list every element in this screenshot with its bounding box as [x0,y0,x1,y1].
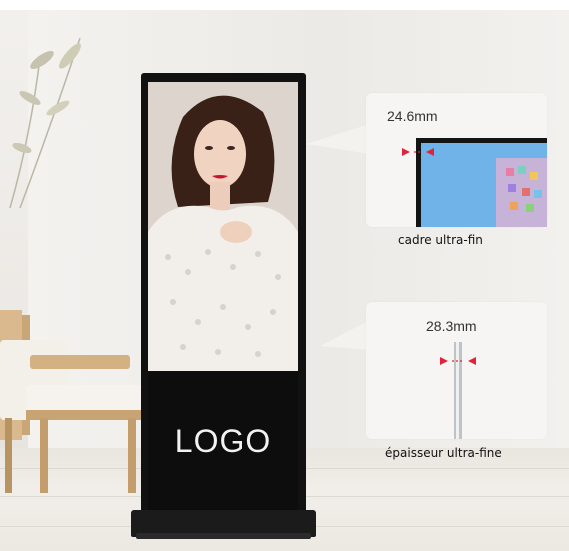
callout-caption-frame: cadre ultra-fin [398,233,483,247]
chair-illustration [0,310,146,493]
callout-caption-thickness: épaisseur ultra-fine [385,446,502,460]
callout-thickness: 28.3mm [366,302,547,439]
product-photo: LOGO 24.6mm cadre ultra-fin 28.3mm épais… [0,0,569,551]
callout-measurement-frame: 24.6mm [387,108,438,124]
plant-illustration [9,37,81,209]
callout-measurement-thickness: 28.3mm [426,318,477,334]
frame-width-marker [402,148,434,156]
kiosk-foot [136,533,311,539]
kiosk-logo-text: LOGO [174,423,272,459]
callout-pointer-1 [306,124,370,154]
callout-frame: 24.6mm [366,93,547,227]
thickness-marker [440,357,476,365]
kiosk-screen-portrait [148,82,298,371]
